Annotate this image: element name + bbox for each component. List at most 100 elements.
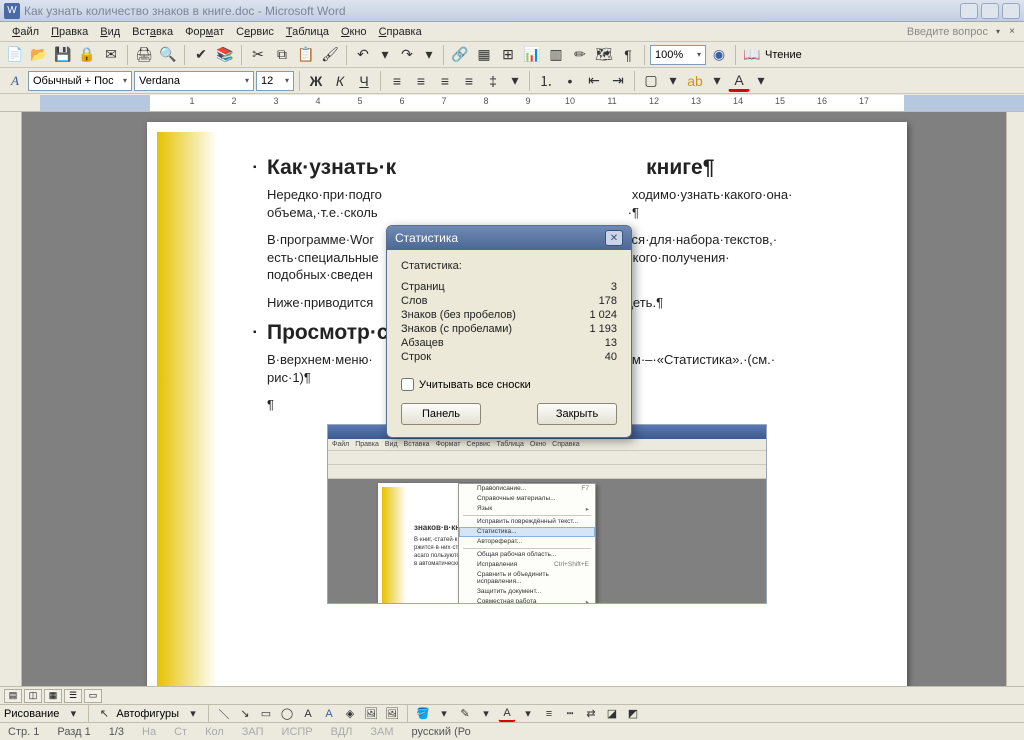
textbox-icon[interactable]: A <box>299 706 317 722</box>
rectangle-icon[interactable]: ▭ <box>257 706 275 722</box>
insert-table-icon[interactable]: ⊞ <box>497 44 519 66</box>
web-view-icon[interactable]: ◫ <box>24 689 42 703</box>
highlight-dd-icon[interactable]: ▾ <box>708 70 726 92</box>
normal-view-icon[interactable]: ▤ <box>4 689 22 703</box>
highlight-icon[interactable]: ab <box>684 70 706 92</box>
menu-file[interactable]: Файл <box>6 24 45 40</box>
menu-insert[interactable]: Вставка <box>126 24 179 40</box>
clipart-icon[interactable]: 🖼 <box>362 706 380 722</box>
outline-view-icon[interactable]: ☰ <box>64 689 82 703</box>
menu-close-icon[interactable]: × <box>1006 26 1018 38</box>
style-selector[interactable]: Обычный + Пос▾ <box>28 71 132 91</box>
diagram-icon[interactable]: ◈ <box>341 706 359 722</box>
ask-dropdown-icon[interactable]: ▾ <box>996 27 1000 36</box>
align-justify-icon[interactable]: ≡ <box>458 70 480 92</box>
italic-icon[interactable]: К <box>329 70 351 92</box>
increase-indent-icon[interactable]: ⇥ <box>607 70 629 92</box>
borders-dd-icon[interactable]: ▾ <box>664 70 682 92</box>
underline-icon[interactable]: Ч <box>353 70 375 92</box>
horizontal-ruler[interactable]: 1234567891011121314151617 <box>40 95 1024 111</box>
line-spacing-dd-icon[interactable]: ▾ <box>506 70 524 92</box>
status-language[interactable]: русский (Ро <box>412 726 471 738</box>
oval-icon[interactable]: ◯ <box>278 706 296 722</box>
drawing-menu[interactable]: Рисование <box>4 708 59 720</box>
open-icon[interactable]: 📂 <box>28 44 50 66</box>
autoshapes-dd-icon[interactable]: ▾ <box>184 706 202 722</box>
research-icon[interactable]: 📚 <box>214 44 236 66</box>
redo-icon[interactable]: ↷ <box>396 44 418 66</box>
menu-format[interactable]: Формат <box>179 24 230 40</box>
minimize-button[interactable] <box>960 3 978 19</box>
print-preview-icon[interactable]: 🔍 <box>157 44 179 66</box>
line-icon[interactable]: ＼ <box>215 706 233 722</box>
spellcheck-icon[interactable]: ✔ <box>190 44 212 66</box>
reading-label[interactable]: Чтение <box>765 49 802 61</box>
bullet-list-icon[interactable]: • <box>559 70 581 92</box>
ask-question-box[interactable]: Введите вопрос <box>907 26 988 38</box>
close-button[interactable]: Закрыть <box>537 403 617 425</box>
align-right-icon[interactable]: ≡ <box>434 70 456 92</box>
menu-help[interactable]: Справка <box>373 24 428 40</box>
font-color-dd-icon[interactable]: ▾ <box>752 70 770 92</box>
footnotes-checkbox-input[interactable] <box>401 378 414 391</box>
font-color-draw-icon[interactable]: A <box>498 706 516 722</box>
menu-edit[interactable]: Правка <box>45 24 94 40</box>
copy-icon[interactable]: ⧉ <box>271 44 293 66</box>
menu-tools[interactable]: Сервис <box>230 24 280 40</box>
arrow-style-icon[interactable]: ⇄ <box>582 706 600 722</box>
reading-layout-icon[interactable]: 📖 <box>741 44 763 66</box>
save-icon[interactable]: 💾 <box>52 44 74 66</box>
undo-dropdown-icon[interactable]: ▾ <box>376 44 394 66</box>
email-icon[interactable]: ✉ <box>100 44 122 66</box>
font-size-selector[interactable]: 12▾ <box>256 71 294 91</box>
zoom-selector[interactable]: 100%▾ <box>650 45 706 65</box>
panel-button[interactable]: Панель <box>401 403 481 425</box>
font-selector[interactable]: Verdana▾ <box>134 71 254 91</box>
borders-icon[interactable]: ▢ <box>640 70 662 92</box>
dash-style-icon[interactable]: ┅ <box>561 706 579 722</box>
vertical-scrollbar[interactable] <box>1006 112 1024 686</box>
line-color-icon[interactable]: ✎ <box>456 706 474 722</box>
shadow-icon[interactable]: ◪ <box>603 706 621 722</box>
close-window-button[interactable] <box>1002 3 1020 19</box>
3d-icon[interactable]: ◩ <box>624 706 642 722</box>
redo-dropdown-icon[interactable]: ▾ <box>420 44 438 66</box>
excel-icon[interactable]: 📊 <box>521 44 543 66</box>
autoshapes-menu[interactable]: Автофигуры <box>116 708 179 720</box>
align-center-icon[interactable]: ≡ <box>410 70 432 92</box>
format-painter-icon[interactable]: 🖌 <box>319 44 341 66</box>
doc-map-icon[interactable]: 🗺 <box>593 44 615 66</box>
paste-icon[interactable]: 📋 <box>295 44 317 66</box>
fill-color-icon[interactable]: 🪣 <box>414 706 432 722</box>
drawing-dd-icon[interactable]: ▾ <box>64 706 82 722</box>
picture-icon[interactable]: 🖼 <box>383 706 401 722</box>
font-color-icon[interactable]: A <box>728 70 750 92</box>
print-view-icon[interactable]: ▦ <box>44 689 62 703</box>
bold-icon[interactable]: Ж <box>305 70 327 92</box>
cut-icon[interactable]: ✂ <box>247 44 269 66</box>
reading-view-icon[interactable]: ▭ <box>84 689 102 703</box>
dialog-titlebar[interactable]: Статистика ✕ <box>387 226 631 250</box>
wordart-icon[interactable]: A <box>320 706 338 722</box>
footnotes-checkbox[interactable]: Учитывать все сноски <box>401 378 617 391</box>
hyperlink-icon[interactable]: 🔗 <box>449 44 471 66</box>
line-spacing-icon[interactable]: ‡ <box>482 70 504 92</box>
line-style-icon[interactable]: ≡ <box>540 706 558 722</box>
undo-icon[interactable]: ↶ <box>352 44 374 66</box>
vertical-ruler[interactable] <box>0 112 22 686</box>
menu-window[interactable]: Окно <box>335 24 373 40</box>
columns-icon[interactable]: ▥ <box>545 44 567 66</box>
menu-view[interactable]: Вид <box>94 24 126 40</box>
decrease-indent-icon[interactable]: ⇤ <box>583 70 605 92</box>
new-doc-icon[interactable]: 📄 <box>4 44 26 66</box>
permission-icon[interactable]: 🔒 <box>76 44 98 66</box>
select-objects-icon[interactable]: ↖ <box>95 706 113 722</box>
horizontal-scrollbar[interactable]: ▤ ◫ ▦ ☰ ▭ <box>0 686 1024 704</box>
styles-icon[interactable]: A <box>4 73 26 89</box>
numbered-list-icon[interactable]: ⒈ <box>535 70 557 92</box>
tables-borders-icon[interactable]: ▦ <box>473 44 495 66</box>
show-marks-icon[interactable]: ¶ <box>617 44 639 66</box>
drawing-icon[interactable]: ✏ <box>569 44 591 66</box>
help-icon[interactable]: ◉ <box>708 44 730 66</box>
arrow-icon[interactable]: ↘ <box>236 706 254 722</box>
